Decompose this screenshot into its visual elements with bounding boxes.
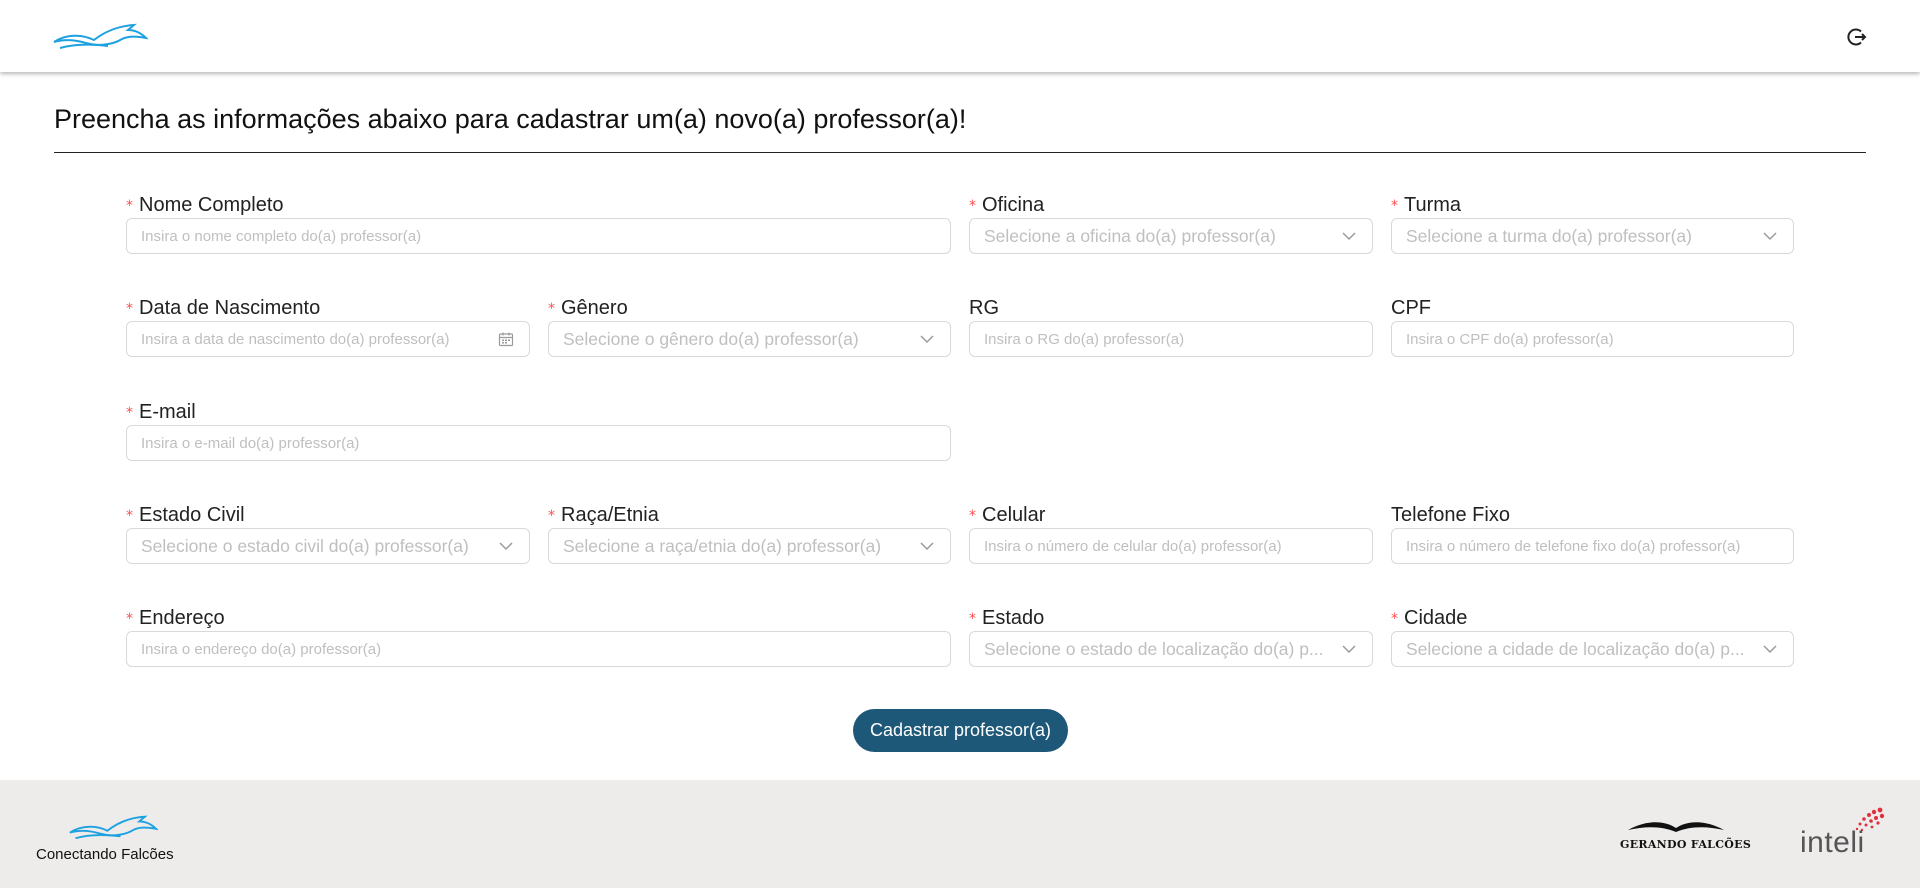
turma-placeholder: Selecione a turma do(a) professor(a) [1406,225,1692,246]
required-asterisk: * [969,198,976,214]
turma-select[interactable]: Selecione a turma do(a) professor(a) [1391,218,1794,254]
label-raca-etnia: Raça/Etnia [561,504,659,526]
endereco-input[interactable]: Insira o endereço do(a) professor(a) [126,631,951,667]
cidade-placeholder: Selecione a cidade de localização do(a) … [1406,638,1745,659]
cidade-select[interactable]: Selecione a cidade de localização do(a) … [1391,631,1794,667]
celular-placeholder: Insira o número de celular do(a) profess… [984,537,1282,555]
label-genero: Gênero [561,297,628,319]
field-cidade: * Cidade Selecione a cidade de localizaçã… [1391,606,1794,667]
field-celular: * Celular Insira o número de celular do(a… [969,503,1373,564]
estado-civil-select[interactable]: Selecione o estado civil do(a) professor… [126,528,530,564]
partner-logo-inteli[interactable]: inteli [1798,806,1888,864]
top-header [0,0,1920,72]
required-asterisk: * [1391,198,1398,214]
label-cidade: Cidade [1404,607,1468,629]
cpf-placeholder: Insira o CPF do(a) professor(a) [1406,330,1614,348]
chevron-down-icon [1342,645,1356,654]
footer-brand-logo[interactable]: Conectando Falcões [36,812,186,868]
chevron-down-icon [920,335,934,344]
required-asterisk: * [126,611,133,627]
rg-input[interactable]: Insira o RG do(a) professor(a) [969,321,1373,357]
field-estado-civil: * Estado Civil Selecione o estado civil d… [126,503,530,564]
field-telefone-fixo: Telefone Fixo Insira o número de telefon… [1391,503,1794,564]
required-asterisk: * [548,301,555,317]
label-email: E-mail [139,401,196,423]
label-endereco: Endereço [139,607,225,629]
field-estado: * Estado Selecione o estado de localizaçã… [969,606,1373,667]
falcon-wings-icon [1628,822,1724,832]
raca-etnia-select[interactable]: Selecione a raça/etnia do(a) professor(a… [548,528,951,564]
raca-etnia-placeholder: Selecione a raça/etnia do(a) professor(a… [563,535,882,556]
oficina-placeholder: Selecione a oficina do(a) professor(a) [984,225,1276,246]
celular-input[interactable]: Insira o número de celular do(a) profess… [969,528,1373,564]
cpf-input[interactable]: Insira o CPF do(a) professor(a) [1391,321,1794,357]
genero-placeholder: Selecione o gênero do(a) professor(a) [563,328,859,349]
label-nome-completo: Nome Completo [139,194,284,216]
footer-brand-name: Conectando Falcões [36,846,174,863]
endereco-placeholder: Insira o endereço do(a) professor(a) [141,640,382,658]
label-oficina: Oficina [982,194,1045,216]
label-cpf: CPF [1391,297,1431,319]
field-endereco: * Endereço Insira o endereço do(a) profes… [126,606,951,667]
data-nascimento-placeholder: Insira a data de nascimento do(a) profes… [141,330,450,348]
logout-icon[interactable] [1846,26,1868,48]
rg-placeholder: Insira o RG do(a) professor(a) [984,330,1185,348]
chevron-down-icon [1763,232,1777,241]
page-title: Preencha as informações abaixo para cada… [54,104,967,134]
chevron-down-icon [1342,232,1356,241]
field-rg: RG Insira o RG do(a) professor(a) [969,296,1373,357]
chevron-down-icon [1763,645,1777,654]
field-raca-etnia: * Raça/Etnia Selecione a raça/etnia do(a)… [548,503,951,564]
genero-select[interactable]: Selecione o gênero do(a) professor(a) [548,321,951,357]
field-email: * E-mail Insira o e-mail do(a) professor(… [126,400,951,461]
required-asterisk: * [548,508,555,524]
footer: Conectando Falcões GERANDO FALCÕES intel… [0,780,1920,888]
estado-civil-placeholder: Selecione o estado civil do(a) professor… [141,535,469,556]
field-data-nascimento: * Data de Nascimento Insira a data de nas… [126,296,530,357]
estado-placeholder: Selecione o estado de localização do(a) … [984,638,1324,659]
partner-name-gerando-falcoes: GERANDO FALCÕES [1620,838,1752,851]
calendar-icon[interactable] [498,331,514,347]
required-asterisk: * [1391,611,1398,627]
nome-completo-input[interactable]: Insira o nome completo do(a) professor(a… [126,218,951,254]
field-nome-completo: * Nome Completo Insira o nome completo do… [126,193,951,254]
telefone-fixo-placeholder: Insira o número de telefone fixo do(a) p… [1406,537,1741,555]
chevron-down-icon [920,542,934,551]
oficina-select[interactable]: Selecione a oficina do(a) professor(a) [969,218,1373,254]
label-estado: Estado [982,607,1045,629]
required-asterisk: * [126,405,133,421]
falcon-logo-icon [69,815,158,840]
field-genero: * Gênero Selecione o gênero do(a) profess… [548,296,951,357]
partner-name-inteli: inteli [1800,826,1865,859]
falcon-logo-icon[interactable] [52,22,148,50]
field-oficina: * Oficina Selecione a oficina do(a) profe… [969,193,1373,254]
estado-select[interactable]: Selecione o estado de localização do(a) … [969,631,1373,667]
nome-completo-placeholder: Insira o nome completo do(a) professor(a… [141,227,422,245]
field-turma: * Turma Selecione a turma do(a) professor… [1391,193,1794,254]
cadastrar-professor-button[interactable]: Cadastrar professor(a) [853,709,1068,752]
label-estado-civil: Estado Civil [139,504,245,526]
label-celular: Celular [982,504,1046,526]
telefone-fixo-input[interactable]: Insira o número de telefone fixo do(a) p… [1391,528,1794,564]
partner-logo-gerando-falcoes[interactable]: GERANDO FALCÕES [1618,816,1751,856]
required-asterisk: * [969,508,976,524]
field-cpf: CPF Insira o CPF do(a) professor(a) [1391,296,1794,357]
title-divider [54,152,1866,153]
required-asterisk: * [126,301,133,317]
email-input[interactable]: Insira o e-mail do(a) professor(a) [126,425,951,461]
data-nascimento-picker[interactable]: Insira a data de nascimento do(a) profes… [126,321,530,357]
label-turma: Turma [1404,194,1462,216]
label-rg: RG [969,297,999,319]
label-telefone-fixo: Telefone Fixo [1391,504,1510,526]
chevron-down-icon [499,542,513,551]
email-placeholder: Insira o e-mail do(a) professor(a) [141,434,360,452]
label-data-nascimento: Data de Nascimento [139,297,321,319]
required-asterisk: * [126,198,133,214]
required-asterisk: * [969,611,976,627]
required-asterisk: * [126,508,133,524]
